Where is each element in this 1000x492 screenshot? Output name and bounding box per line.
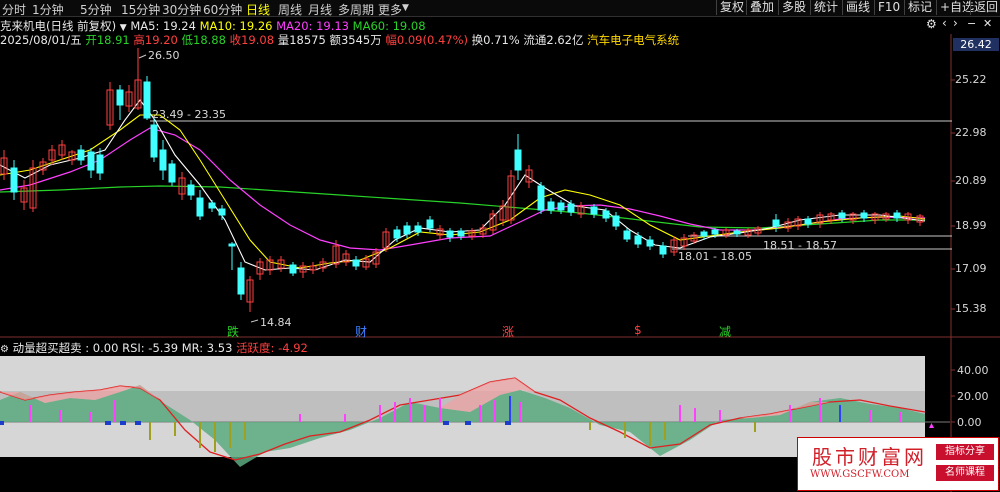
signal-marker[interactable]: $ bbox=[634, 323, 642, 337]
price-tick: 20.89 bbox=[955, 174, 987, 187]
price-tick: 17.09 bbox=[955, 262, 987, 275]
signal-marker[interactable]: 财 bbox=[355, 323, 367, 340]
low-price-label: 14.84 bbox=[260, 316, 292, 329]
watermark-site: 股市财富网 bbox=[812, 445, 927, 469]
current-price-label: 26.42 bbox=[953, 38, 999, 51]
indicator-tick: 20.00 bbox=[957, 390, 989, 403]
indicator-activity: 活跃度: -4.92 bbox=[236, 341, 308, 355]
indicator-mr: MR: 3.53 bbox=[181, 341, 233, 355]
indicator-tick: 40.00 bbox=[957, 364, 989, 377]
indicator-tick: 0.00 bbox=[957, 416, 982, 429]
watermark-tag2: 名师课程 bbox=[936, 465, 994, 481]
up-arrow-icon bbox=[929, 423, 934, 428]
range-label-2: 18.51 - 18.57 bbox=[763, 239, 837, 252]
price-tick: 15.38 bbox=[955, 302, 987, 315]
candles bbox=[0, 48, 924, 312]
indicator-settings-icon[interactable]: ⚙ bbox=[0, 344, 9, 355]
range-label-3: 18.01 - 18.05 bbox=[678, 250, 752, 263]
range-label-1: 23.49 - 23.35 bbox=[152, 108, 226, 121]
watermark-logo: 股市财富网 WWW.GSCFW.COM 指标分享 名师课程 bbox=[797, 437, 999, 491]
signal-marker[interactable]: 涨 bbox=[502, 323, 514, 340]
watermark-url: WWW.GSCFW.COM bbox=[810, 469, 910, 480]
indicator-rsi: RSI: -5.39 bbox=[122, 341, 179, 355]
signal-marker[interactable]: 跌 bbox=[227, 323, 239, 340]
kline-chart[interactable] bbox=[0, 0, 1000, 492]
price-tick: 25.22 bbox=[955, 73, 987, 86]
high-price-label: 26.50 bbox=[148, 49, 180, 62]
price-tick: 22.98 bbox=[955, 126, 987, 139]
indicator-name[interactable]: 动量超买超卖 : 0.00 bbox=[13, 341, 119, 355]
indicator-header: ⚙ 动量超买超卖 : 0.00 RSI: -5.39 MR: 3.53 活跃度:… bbox=[0, 340, 308, 356]
price-tick: 18.99 bbox=[955, 219, 987, 232]
signal-marker[interactable]: 减 bbox=[719, 323, 731, 340]
watermark-tag1: 指标分享 bbox=[936, 444, 994, 460]
